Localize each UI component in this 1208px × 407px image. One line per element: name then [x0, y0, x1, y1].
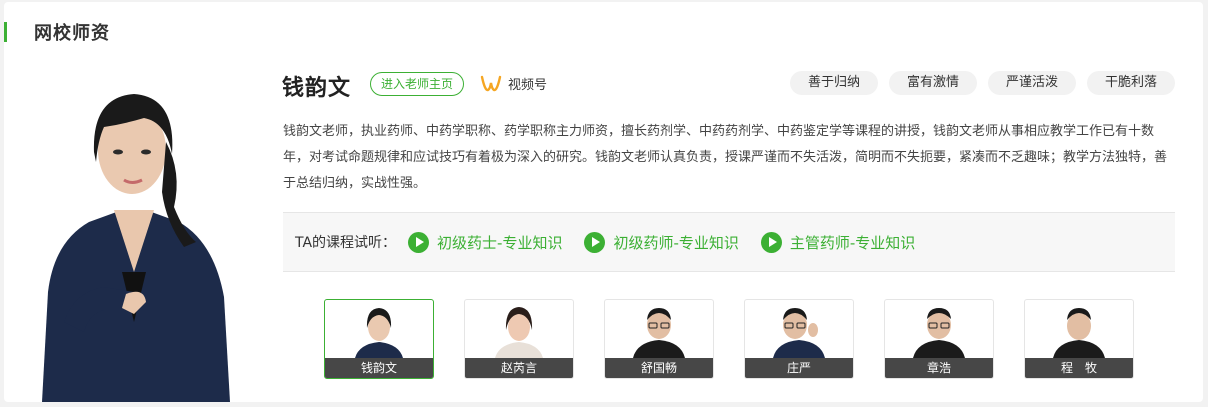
teacher-thumb[interactable]: 章浩: [884, 299, 994, 379]
section-title: 网校师资: [34, 23, 110, 44]
teacher-thumb-name: 庄严: [745, 358, 853, 378]
course-link[interactable]: 初级药师-专业知识: [584, 231, 739, 253]
teacher-avatar: [633, 308, 685, 358]
teacher-thumb[interactable]: 赵芮言: [464, 299, 574, 379]
teacher-home-button[interactable]: 进入老师主页: [370, 72, 465, 96]
teacher-intro: 钱韵文老师，执业药师、中药学职称、药学职称主力师资，擅长药剂学、中药药剂学、中药…: [283, 124, 1168, 191]
course-link[interactable]: 初级药士-专业知识: [408, 231, 563, 253]
teacher-thumb-name: 程 牧: [1025, 358, 1133, 378]
teacher-thumb[interactable]: 舒国畅: [604, 299, 714, 379]
teacher-portrait: [42, 94, 230, 402]
teacher-thumb-name: 章浩: [885, 358, 993, 378]
video-channel-link[interactable]: 视频号: [480, 74, 547, 93]
teacher-avatar: [355, 308, 403, 358]
teacher-avatar: [495, 307, 543, 358]
play-icon: [584, 231, 606, 253]
section-header: 网校师资: [4, 20, 110, 44]
video-channel-label: 视频号: [508, 78, 548, 93]
tag: 善于归纳: [789, 71, 878, 95]
course-title: 初级药士-专业知识: [437, 233, 563, 252]
tag: 富有激情: [888, 71, 977, 95]
teacher-avatar: [913, 308, 965, 358]
teacher-thumb-name: 赵芮言: [465, 358, 573, 378]
play-icon: [760, 231, 782, 253]
course-title: 主管药师-专业知识: [789, 233, 916, 252]
teacher-thumb[interactable]: 程 牧: [1024, 299, 1134, 379]
course-link[interactable]: 主管药师-专业知识: [760, 231, 916, 253]
teacher-avatar: [1053, 308, 1105, 358]
play-icon: [408, 231, 430, 253]
tag: 干脆利落: [1086, 71, 1175, 95]
teacher-thumbnails: 钱韵文 赵芮言 舒国畅 庄严 章浩 程 牧: [324, 299, 1134, 379]
teacher-avatar: [773, 308, 825, 358]
course-trial-label: TA的课程试听：: [295, 235, 397, 251]
teacher-thumb-name: 钱韵文: [325, 358, 433, 378]
teacher-thumb[interactable]: 庄严: [744, 299, 854, 379]
section-accent-bar: [4, 22, 7, 42]
video-channel-icon: [480, 75, 502, 91]
teacher-tags: 善于归纳 富有激情 严谨活泼 干脆利落: [789, 71, 1175, 95]
teacher-name: 钱韵文: [282, 76, 352, 101]
course-title: 初级药师-专业知识: [613, 233, 739, 252]
teacher-thumb-name: 舒国畅: [605, 358, 713, 378]
faculty-card: 网校师资 钱韵文 进入老师主页 视频号 善于归纳 富有激情 严谨活泼 干脆利落 …: [4, 2, 1203, 402]
teacher-thumb[interactable]: 钱韵文: [324, 299, 434, 379]
course-trial-bar: TA的课程试听： 初级药士-专业知识 初级药师-专业知识 主管药师-专业知识: [283, 212, 1175, 272]
tag: 严谨活泼: [987, 71, 1076, 95]
